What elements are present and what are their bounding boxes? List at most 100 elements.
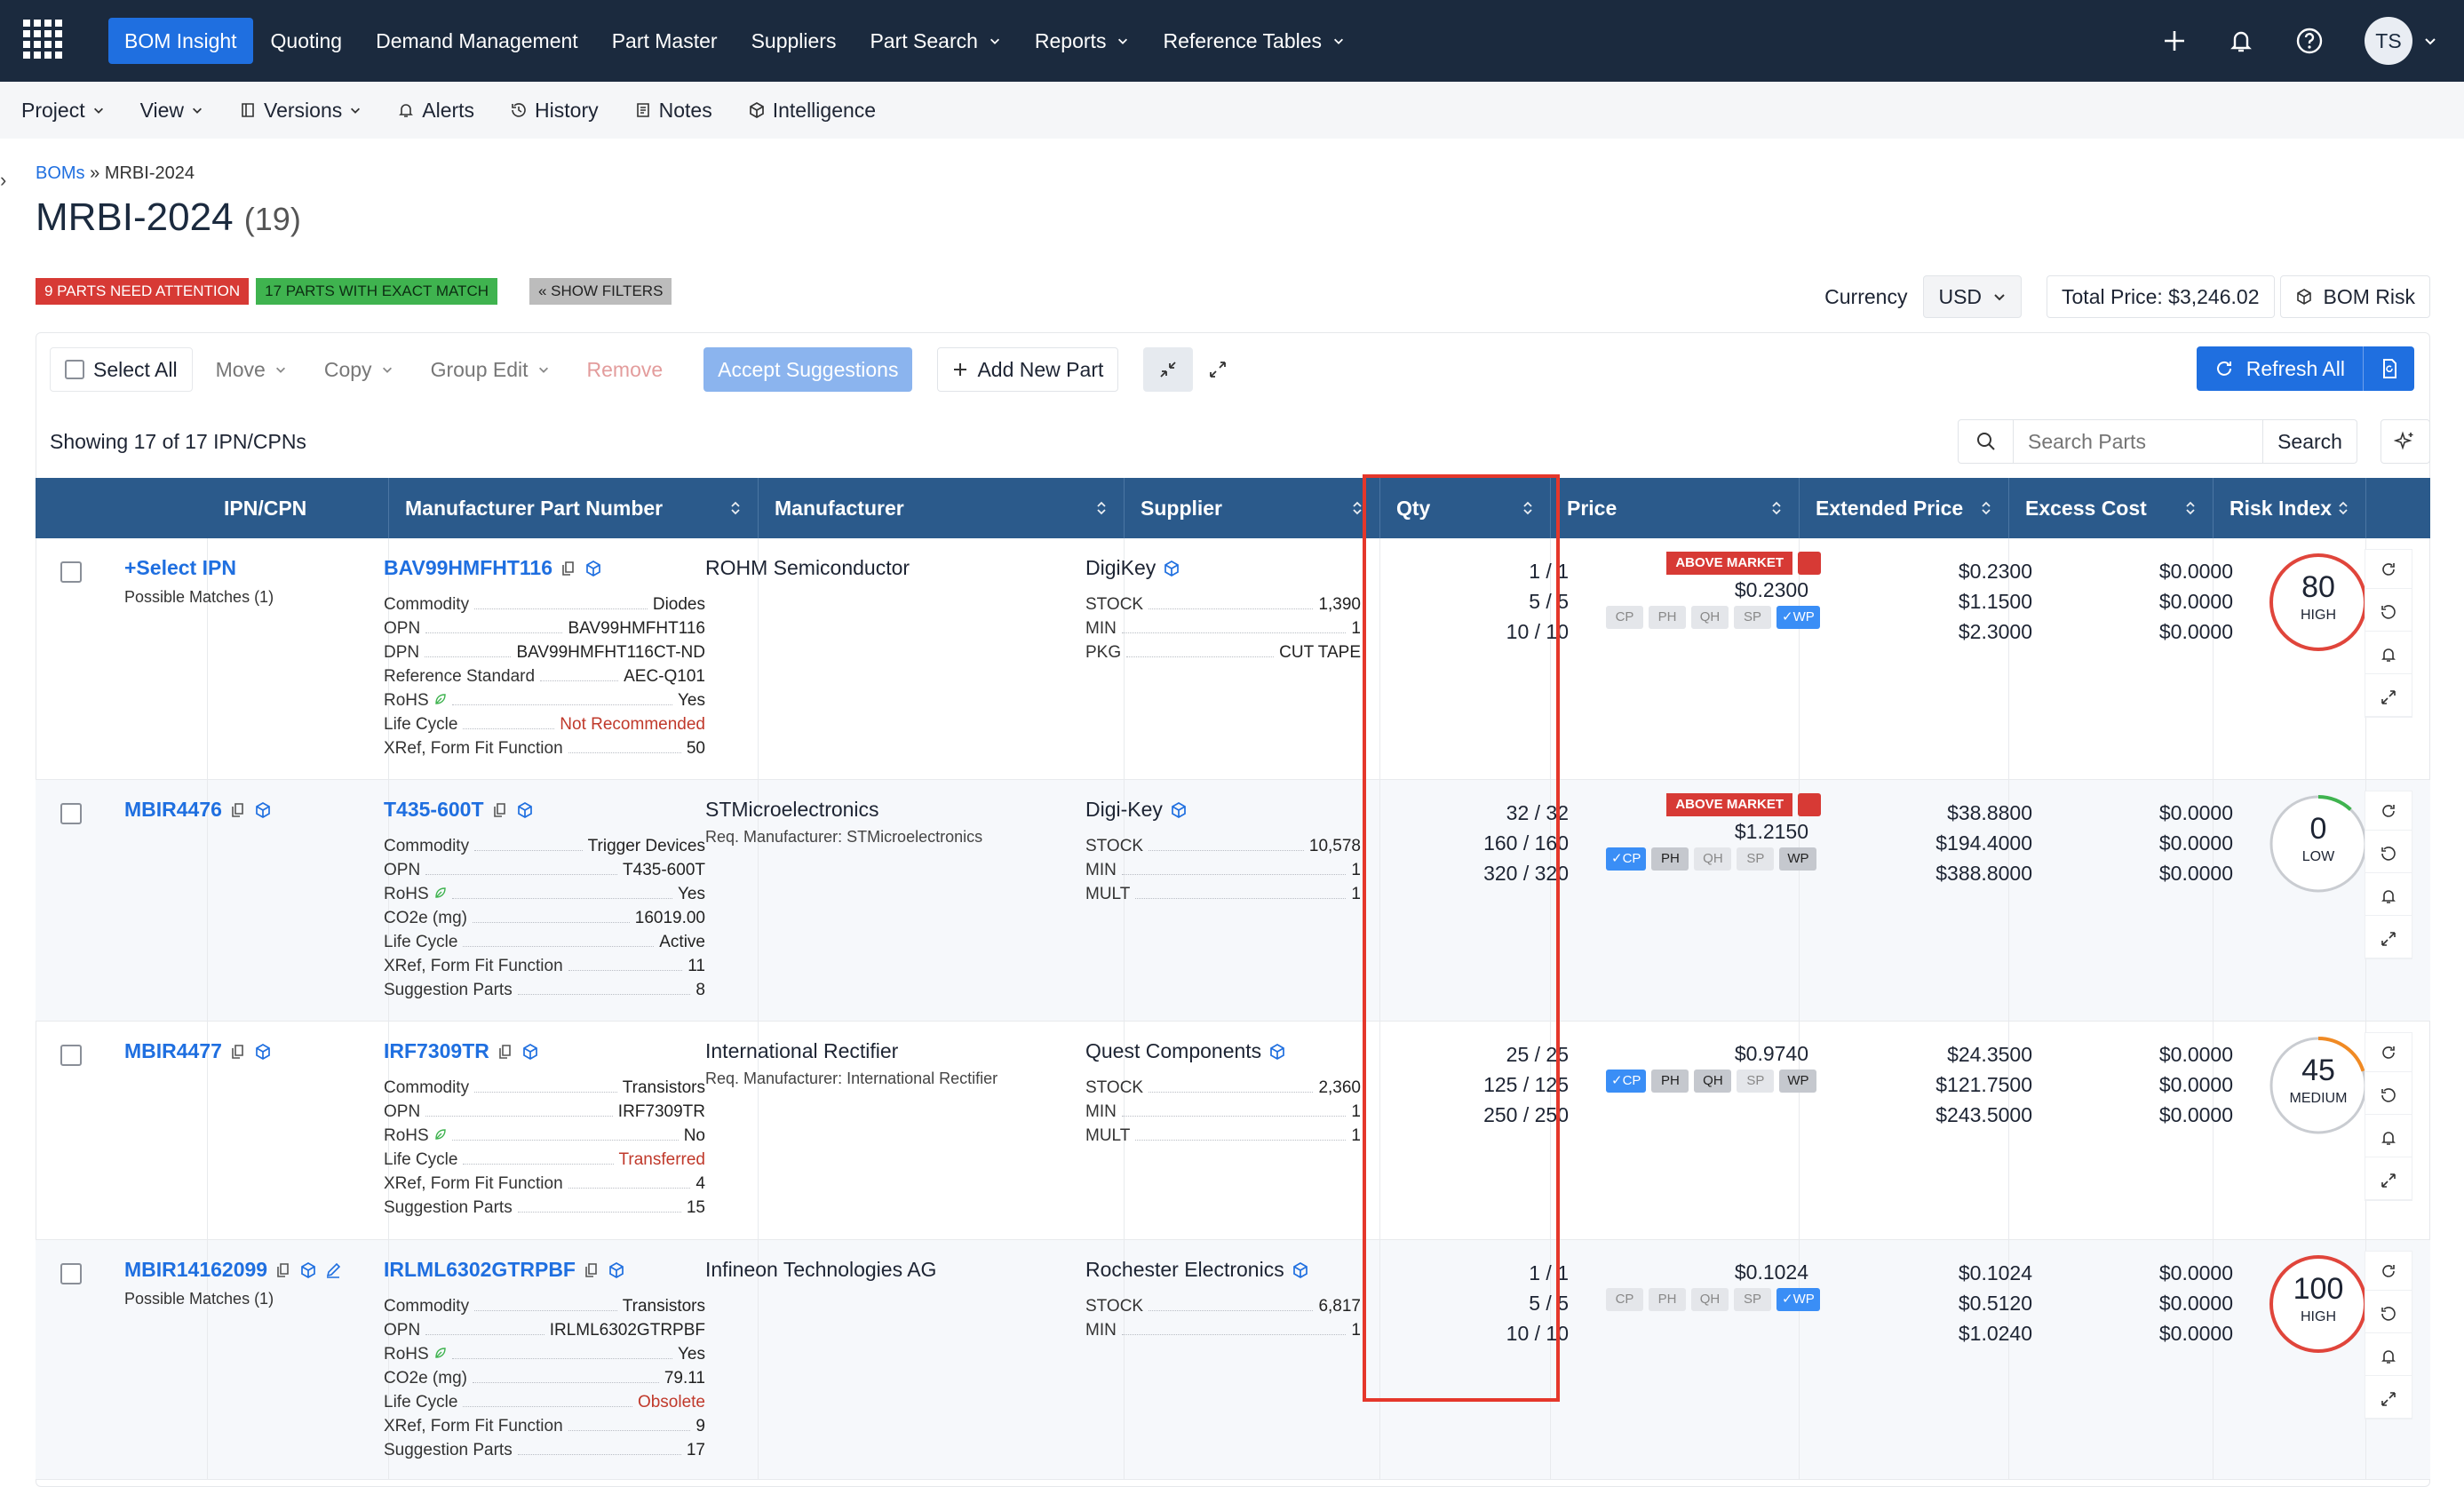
refresh-icon[interactable] bbox=[2365, 550, 2412, 589]
nav-item-part-master[interactable]: Part Master bbox=[596, 18, 734, 64]
history-icon[interactable] bbox=[2365, 1076, 2412, 1115]
price-chip[interactable]: PH bbox=[1649, 1288, 1686, 1311]
cube-icon[interactable] bbox=[516, 801, 534, 819]
select-all-checkbox[interactable] bbox=[65, 360, 84, 379]
refresh-icon[interactable] bbox=[2365, 791, 2412, 831]
menu-versions[interactable]: Versions bbox=[239, 99, 362, 123]
cube-icon[interactable] bbox=[299, 1261, 317, 1279]
sort-icon[interactable] bbox=[729, 499, 742, 517]
copy-icon[interactable] bbox=[229, 1043, 247, 1061]
nav-item-reference-tables[interactable]: Reference Tables bbox=[1147, 18, 1361, 64]
column-header-risk-index[interactable]: Risk Index bbox=[2214, 478, 2366, 538]
price-chip[interactable]: QH bbox=[1694, 1070, 1732, 1093]
copy-icon[interactable] bbox=[497, 1043, 514, 1061]
cube-icon[interactable] bbox=[1163, 560, 1180, 577]
help-icon[interactable] bbox=[2295, 27, 2324, 55]
mpn-link[interactable]: IRF7309TR bbox=[384, 1039, 489, 1063]
refresh-icon[interactable] bbox=[2365, 1033, 2412, 1072]
nav-item-reports[interactable]: Reports bbox=[1019, 18, 1146, 64]
cube-icon[interactable] bbox=[521, 1043, 539, 1061]
refresh-icon[interactable] bbox=[2365, 1252, 2412, 1291]
nav-item-suppliers[interactable]: Suppliers bbox=[735, 18, 853, 64]
copy-icon[interactable] bbox=[583, 1261, 600, 1279]
alert-icon[interactable] bbox=[1798, 793, 1821, 816]
price-chip[interactable]: SP bbox=[1734, 606, 1771, 629]
supplier-cell[interactable]: Rochester Electronics bbox=[1085, 1258, 1309, 1282]
price-chip[interactable]: ✓CP bbox=[1606, 1070, 1647, 1093]
expand-icon[interactable] bbox=[1193, 347, 1243, 392]
ipn-link[interactable]: MBIR4477 bbox=[124, 1039, 222, 1063]
expand-icon[interactable] bbox=[2365, 919, 2412, 958]
nav-item-quoting[interactable]: Quoting bbox=[255, 18, 359, 64]
price-chip[interactable]: PH bbox=[1651, 847, 1689, 871]
ipn-cell[interactable]: MBIR4476 bbox=[124, 798, 272, 822]
column-header-supplier[interactable]: Supplier bbox=[1125, 478, 1380, 538]
ipn-link[interactable]: MBIR14162099 bbox=[124, 1258, 267, 1282]
nav-item-demand-management[interactable]: Demand Management bbox=[360, 18, 594, 64]
mpn-cell[interactable]: BAV99HMFHT116 bbox=[384, 556, 602, 580]
supplier-name[interactable]: Digi-Key bbox=[1085, 798, 1163, 822]
cube-icon[interactable] bbox=[1268, 1043, 1286, 1061]
ipn-link[interactable]: +Select IPN bbox=[124, 556, 236, 580]
accept-suggestions-button[interactable]: Accept Suggestions bbox=[703, 347, 913, 392]
row-checkbox[interactable] bbox=[60, 1263, 82, 1284]
supplier-name[interactable]: Quest Components bbox=[1085, 1039, 1261, 1063]
menu-intelligence[interactable]: Intelligence bbox=[748, 99, 876, 123]
user-menu[interactable]: TS bbox=[2365, 17, 2437, 65]
column-header-ipn-cpn[interactable]: IPN/CPN bbox=[208, 478, 389, 538]
price-chip[interactable]: SP bbox=[1737, 847, 1775, 871]
bom-risk-button[interactable]: BOM Risk bbox=[2279, 275, 2430, 318]
add-new-part-button[interactable]: Add New Part bbox=[937, 347, 1119, 392]
nav-item-bom-insight[interactable]: BOM Insight bbox=[108, 18, 253, 64]
show-filters-button[interactable]: « Show Filters bbox=[529, 278, 672, 305]
sort-icon[interactable] bbox=[1095, 499, 1108, 517]
price-chip[interactable]: ✓CP bbox=[1606, 847, 1647, 871]
row-checkbox[interactable] bbox=[60, 803, 82, 824]
breadcrumb-boms-link[interactable]: BOMs bbox=[36, 163, 85, 183]
price-chip[interactable]: ✓WP bbox=[1776, 1288, 1820, 1311]
price-chip[interactable]: PH bbox=[1649, 606, 1686, 629]
supplier-name[interactable]: DigiKey bbox=[1085, 556, 1156, 580]
menu-alerts[interactable]: Alerts bbox=[397, 99, 474, 123]
history-icon[interactable] bbox=[2365, 1294, 2412, 1333]
sort-icon[interactable] bbox=[1980, 499, 1992, 517]
supplier-cell[interactable]: DigiKey bbox=[1085, 556, 1180, 580]
cube-icon[interactable] bbox=[584, 560, 602, 577]
supplier-cell[interactable]: Digi-Key bbox=[1085, 798, 1188, 822]
bell-icon[interactable] bbox=[2365, 1118, 2412, 1157]
expand-icon[interactable] bbox=[2365, 678, 2412, 717]
mpn-cell[interactable]: IRF7309TR bbox=[384, 1039, 539, 1063]
search-parts-input[interactable] bbox=[2014, 420, 2262, 463]
menu-history[interactable]: History bbox=[510, 99, 599, 123]
mpn-link[interactable]: T435-600T bbox=[384, 798, 484, 822]
price-chip[interactable]: QH bbox=[1691, 606, 1729, 629]
sort-icon[interactable] bbox=[1522, 499, 1534, 517]
mpn-cell[interactable]: IRLML6302GTRPBF bbox=[384, 1258, 625, 1282]
possible-matches-link[interactable]: Possible Matches (1) bbox=[124, 1290, 274, 1308]
copy-icon[interactable] bbox=[274, 1261, 292, 1279]
cube-icon[interactable] bbox=[608, 1261, 625, 1279]
ipn-cell[interactable]: MBIR14162099 bbox=[124, 1258, 342, 1282]
group-edit-dropdown[interactable]: Group Edit bbox=[417, 347, 564, 392]
supplier-cell[interactable]: Quest Components bbox=[1085, 1039, 1286, 1063]
edit-icon[interactable] bbox=[324, 1261, 342, 1279]
expand-icon[interactable] bbox=[2365, 1161, 2412, 1200]
select-all-button[interactable]: Select All bbox=[50, 347, 193, 392]
ipn-cell[interactable]: +Select IPN bbox=[124, 556, 236, 580]
history-icon[interactable] bbox=[2365, 592, 2412, 632]
collapse-icon[interactable] bbox=[1143, 347, 1194, 392]
bell-icon[interactable] bbox=[2365, 1337, 2412, 1376]
copy-icon[interactable] bbox=[491, 801, 509, 819]
column-header-qty[interactable]: Qty bbox=[1380, 478, 1551, 538]
move-dropdown[interactable]: Move bbox=[202, 347, 301, 392]
sort-icon[interactable] bbox=[2184, 499, 2197, 517]
sidebar-expand-icon[interactable]: › bbox=[0, 169, 6, 192]
nav-item-part-search[interactable]: Part Search bbox=[854, 18, 1016, 64]
expand-icon[interactable] bbox=[2365, 1380, 2412, 1419]
column-header-price[interactable]: Price bbox=[1551, 478, 1800, 538]
exact-match-badge[interactable]: 17 Parts With Exact Match bbox=[256, 278, 497, 305]
price-chip[interactable]: CP bbox=[1606, 1288, 1643, 1311]
cube-icon[interactable] bbox=[254, 1043, 272, 1061]
bell-icon[interactable] bbox=[2228, 28, 2254, 54]
plus-icon[interactable] bbox=[2162, 28, 2187, 53]
